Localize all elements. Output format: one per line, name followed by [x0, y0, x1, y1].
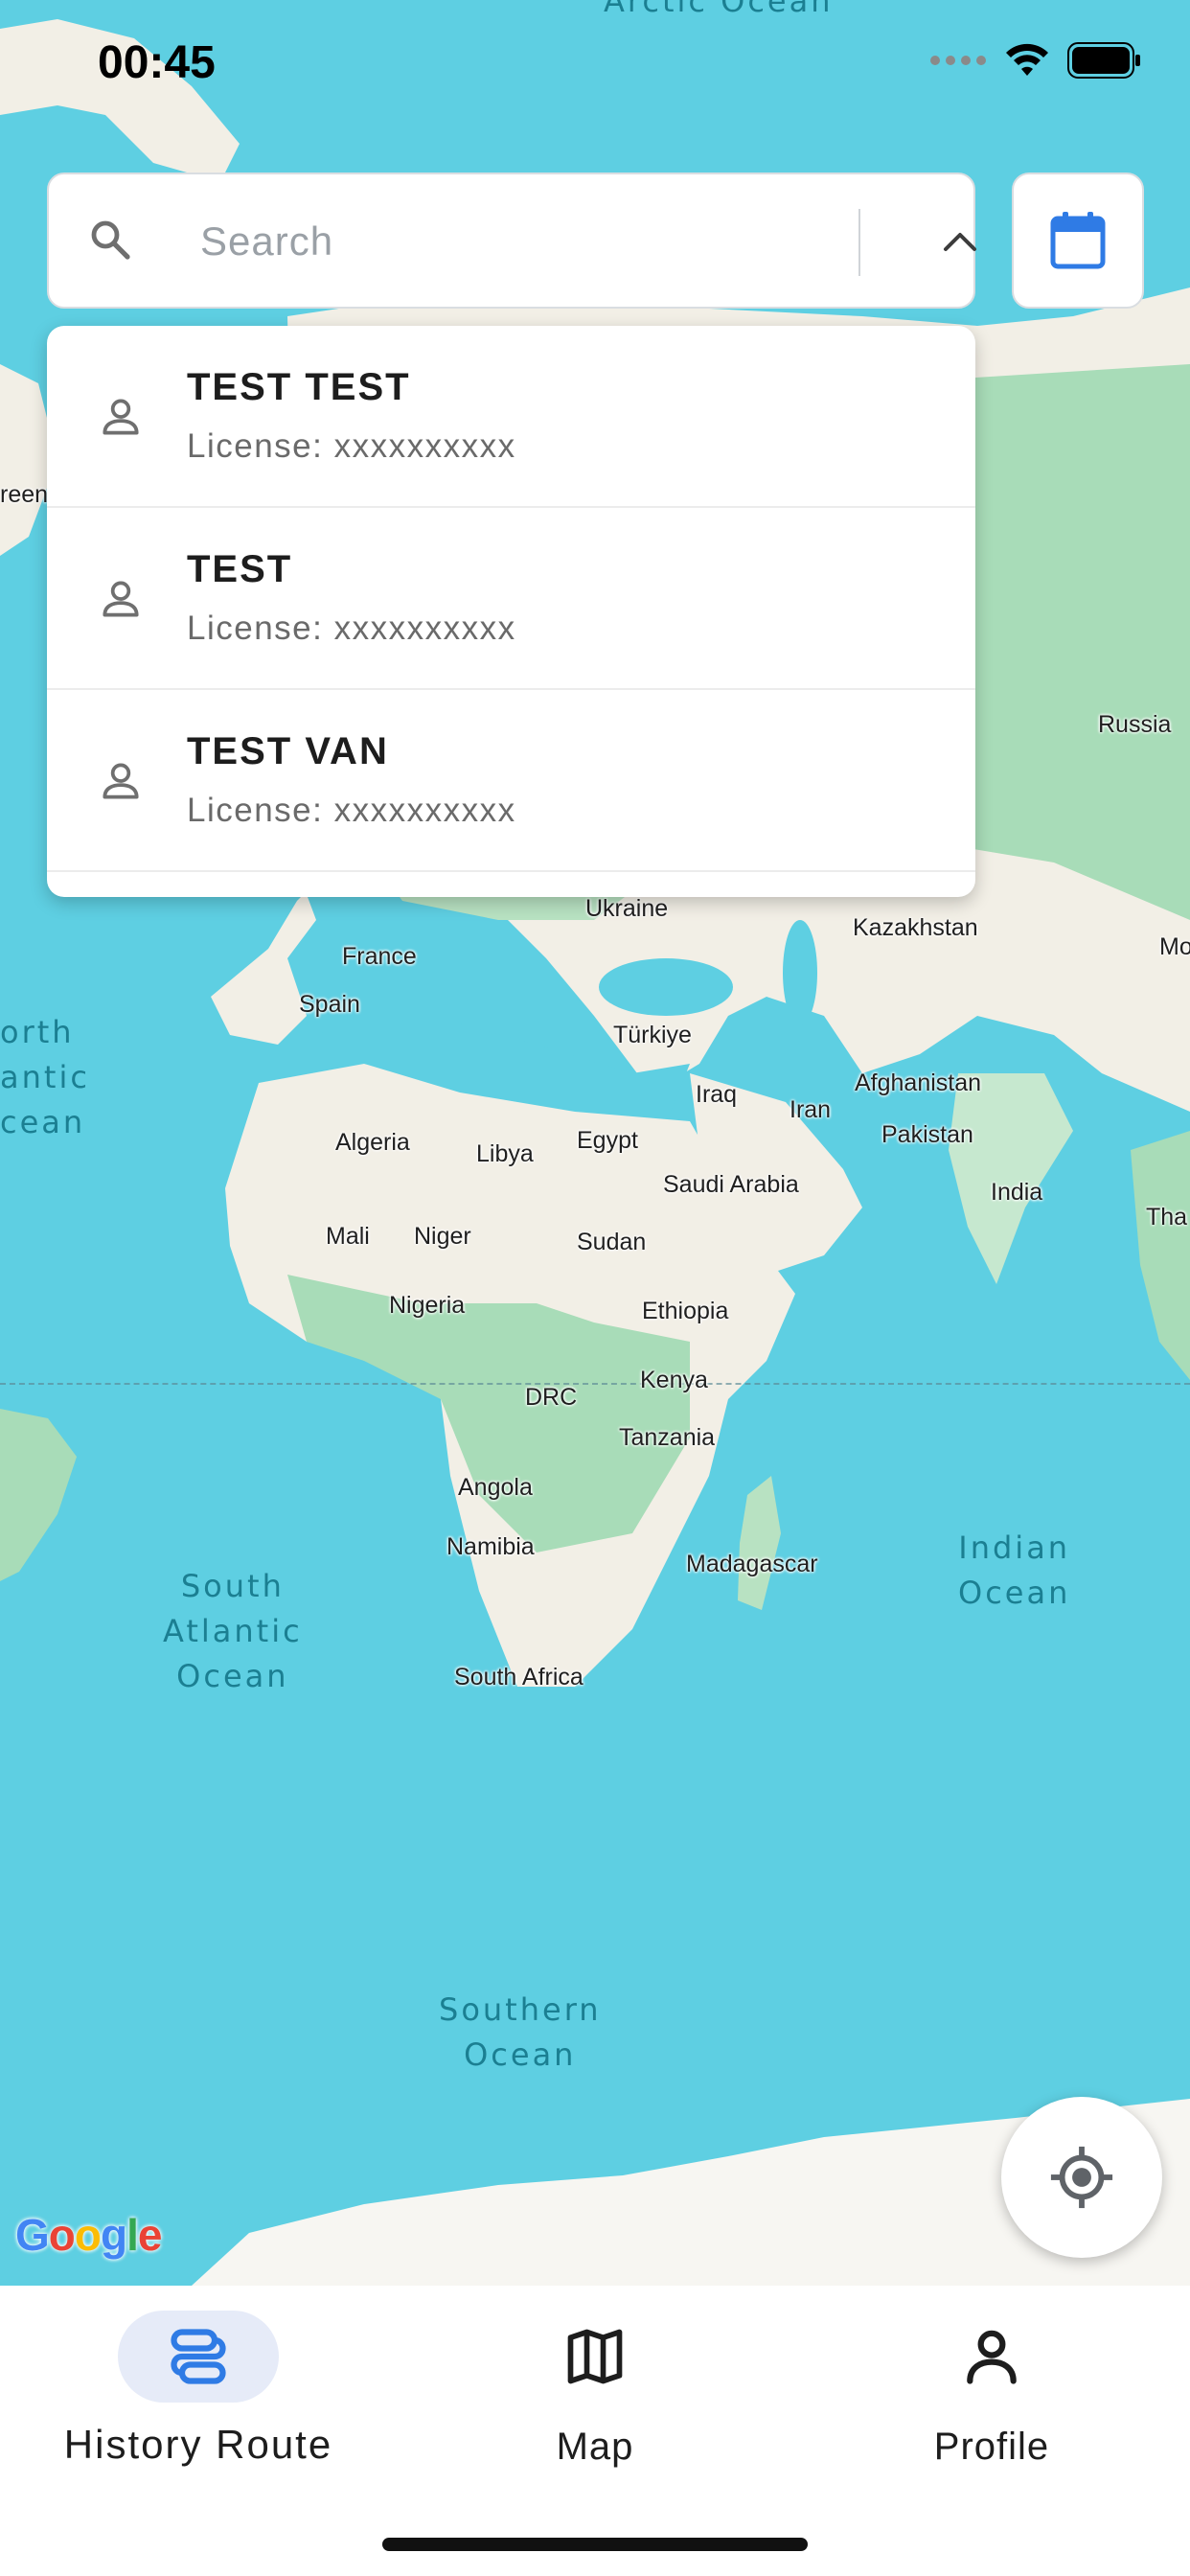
- driver-dropdown: TEST TEST License: xxxxxxxxxx TEST Licen…: [47, 326, 975, 897]
- signal-icon: [930, 56, 986, 65]
- search-input[interactable]: [200, 203, 852, 280]
- dropdown-item-name: TEST VAN: [187, 730, 389, 772]
- map-label: Saudi Arabia: [663, 1171, 799, 1198]
- map-label: Russia: [1098, 711, 1172, 738]
- person-icon: [103, 581, 139, 617]
- search-icon: [91, 220, 130, 260]
- map-label: Tanzania: [619, 1424, 716, 1451]
- map-label: France: [342, 943, 417, 970]
- map-label: Libya: [476, 1140, 534, 1167]
- map-label: Ukraine: [585, 895, 669, 922]
- calendar-button[interactable]: [1012, 172, 1144, 309]
- status-icons: [929, 42, 1142, 79]
- chevron-up-icon[interactable]: [938, 226, 982, 255]
- map-label: Spain: [299, 991, 360, 1018]
- map-label: South Africa: [454, 1664, 584, 1690]
- map-label: DRC: [525, 1384, 578, 1411]
- nav-label-history-route: History Route: [63, 2422, 333, 2467]
- map-label: Kazakhstan: [853, 914, 978, 941]
- ocean-label-south-atlantic: South Atlantic Ocean: [163, 1568, 303, 1694]
- map-label: Nigeria: [389, 1292, 466, 1319]
- status-time: 00:45: [98, 37, 216, 88]
- profile-icon: [967, 2330, 1017, 2384]
- dropdown-item[interactable]: TEST VAN License: xxxxxxxxxx: [47, 690, 975, 872]
- dropdown-item-license: License: xxxxxxxxxx: [187, 427, 516, 465]
- map-label: Afghanistan: [855, 1070, 982, 1096]
- map-label: Niger: [414, 1223, 471, 1250]
- map-label: Pakistan: [881, 1121, 973, 1148]
- battery-icon: [1067, 42, 1140, 79]
- bottom-navigation: History Route Map Profile: [0, 2286, 1190, 2576]
- map-label: Tha: [1146, 1204, 1188, 1230]
- map-label: Ethiopia: [642, 1298, 729, 1324]
- person-icon: [103, 763, 139, 799]
- equator-line: [0, 1383, 1190, 1385]
- map-label: Türkiye: [613, 1022, 692, 1048]
- dropdown-item[interactable]: TEST License: xxxxxxxxxx: [47, 508, 975, 690]
- home-indicator: [382, 2538, 808, 2551]
- map-label: Mali: [326, 1223, 370, 1250]
- nav-label-profile: Profile: [933, 2426, 1050, 2468]
- nav-label-map: Map: [556, 2426, 634, 2468]
- nav-item-profile[interactable]: Profile: [793, 2286, 1190, 2496]
- map-label: Madagascar: [686, 1551, 818, 1577]
- ocean-label-arctic: Arctic Ocean: [604, 0, 834, 19]
- dropdown-item-name: TEST TEST: [187, 366, 411, 408]
- map-label: Iran: [790, 1096, 832, 1123]
- map-label: Angola: [458, 1474, 533, 1501]
- search-divider: [858, 209, 860, 276]
- map-label: Kenya: [640, 1367, 708, 1393]
- map-label: Iraq: [696, 1081, 738, 1108]
- calendar-icon: [1050, 212, 1106, 269]
- my-location-button[interactable]: [1001, 2097, 1162, 2258]
- wifi-icon: [1006, 43, 1048, 76]
- google-logo: Google: [15, 2210, 162, 2260]
- dropdown-item-name: TEST: [187, 548, 293, 590]
- map-label: reen: [0, 481, 49, 508]
- ocean-label-southern: Southern Ocean: [439, 1991, 602, 2073]
- nav-item-history-route[interactable]: History Route: [0, 2286, 397, 2496]
- map-icon: [567, 2329, 623, 2384]
- map-label: Mo: [1159, 933, 1190, 960]
- route-icon: [171, 2329, 226, 2384]
- map-label: Egypt: [577, 1127, 638, 1154]
- map-label: India: [991, 1179, 1043, 1206]
- dropdown-item-license: License: xxxxxxxxxx: [187, 792, 516, 829]
- search-bar[interactable]: [47, 172, 976, 309]
- dropdown-item[interactable]: TEST TEST License: xxxxxxxxxx: [47, 326, 975, 508]
- ocean-label-north-atlantic: orth antic cean: [0, 1014, 90, 1140]
- map-label: Sudan: [577, 1229, 647, 1255]
- my-location-icon: [1050, 2146, 1113, 2209]
- nav-item-map[interactable]: Map: [397, 2286, 793, 2496]
- ocean-label-indian: Indian Ocean: [958, 1530, 1071, 1611]
- map-label: Namibia: [446, 1533, 535, 1560]
- person-icon: [103, 399, 139, 435]
- map-label: Algeria: [335, 1129, 410, 1156]
- dropdown-item-license: License: xxxxxxxxxx: [187, 610, 516, 647]
